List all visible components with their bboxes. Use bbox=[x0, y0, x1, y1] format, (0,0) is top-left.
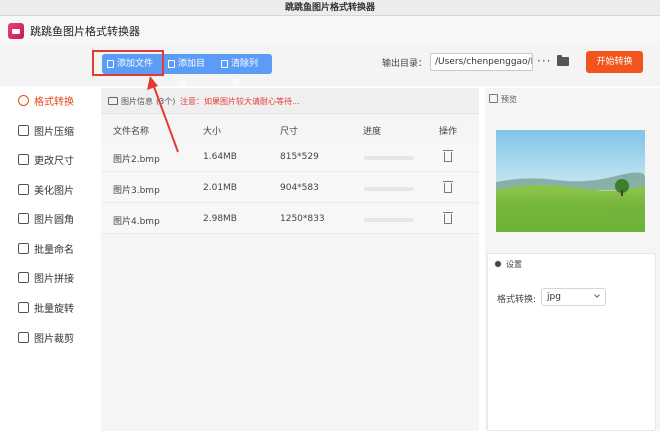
settings-header: 设置 bbox=[494, 259, 522, 270]
progress-bar bbox=[364, 156, 414, 160]
open-folder-icon[interactable] bbox=[557, 55, 569, 66]
sidebar-item-rotate[interactable]: 批量旋转 bbox=[18, 299, 74, 315]
add-folder-label: 添加目录 bbox=[178, 59, 206, 89]
col-actions: 操作 bbox=[439, 127, 458, 137]
sidebar: 格式转换 图片压缩 更改尺寸 美化图片 图片圆角 批量命名 图片拼接 批量旋转 … bbox=[0, 86, 94, 431]
sidebar-item-label: 更改尺寸 bbox=[34, 155, 74, 167]
sidebar-item-resize[interactable]: 更改尺寸 bbox=[18, 151, 74, 167]
info-note: 注意：如果图片较大请耐心等待... bbox=[180, 97, 300, 106]
file-name: 图片2.bmp bbox=[113, 155, 160, 165]
table-row[interactable]: 图片2.bmp 1.64MB 815*529 bbox=[101, 142, 479, 172]
preview-label: 预览 bbox=[501, 95, 517, 104]
sidebar-item-label: 图片圆角 bbox=[34, 214, 74, 226]
annotation-highlight-box bbox=[92, 50, 164, 76]
gear-icon bbox=[494, 260, 502, 268]
format-select[interactable]: jpg bbox=[541, 288, 606, 306]
add-folder-button[interactable]: 添加目录 bbox=[163, 54, 217, 89]
resize-icon bbox=[18, 153, 29, 165]
file-size: 2.98MB bbox=[203, 214, 237, 224]
file-name: 图片4.bmp bbox=[113, 217, 160, 227]
app-logo-icon bbox=[8, 23, 24, 39]
landscape-image bbox=[496, 130, 645, 232]
settings-label: 设置 bbox=[506, 260, 522, 269]
sidebar-item-label: 批量旋转 bbox=[34, 303, 74, 315]
output-dir-label: 输出目录： bbox=[382, 59, 428, 69]
stitch-icon bbox=[18, 271, 29, 283]
preview-header: 预览 bbox=[489, 94, 517, 105]
more-options-button[interactable]: ··· bbox=[537, 54, 551, 68]
beautify-icon bbox=[18, 183, 29, 195]
format-label: 格式转换: bbox=[497, 295, 537, 305]
sidebar-item-compress[interactable]: 图片压缩 bbox=[18, 122, 74, 138]
sidebar-item-label: 图片压缩 bbox=[34, 126, 74, 138]
file-dims: 904*583 bbox=[280, 183, 319, 193]
sidebar-item-label: 图片拼接 bbox=[34, 273, 74, 285]
preview-image bbox=[496, 130, 645, 232]
folder-icon bbox=[168, 60, 175, 68]
sidebar-item-label: 图片裁剪 bbox=[34, 333, 74, 345]
app-title: 跳跳鱼图片格式转换器 bbox=[30, 25, 140, 38]
window-title: 跳跳鱼图片格式转换器 bbox=[0, 0, 660, 16]
info-bar: 图片信息 (3个) 注意：如果图片较大请耐心等待... bbox=[101, 88, 479, 114]
file-dims: 1250*833 bbox=[280, 214, 325, 224]
table-header: 文件名称 大小 尺寸 进度 操作 bbox=[101, 120, 479, 140]
sidebar-item-crop[interactable]: 图片裁剪 bbox=[18, 329, 74, 345]
delete-icon[interactable] bbox=[443, 181, 453, 193]
clear-list-button[interactable]: 清除列表 bbox=[216, 54, 272, 89]
chevron-down-icon bbox=[594, 292, 600, 298]
file-name: 图片3.bmp bbox=[113, 186, 160, 196]
sidebar-item-label: 批量命名 bbox=[34, 244, 74, 256]
file-size: 1.64MB bbox=[203, 152, 237, 162]
file-dims: 815*529 bbox=[280, 152, 319, 162]
table-row[interactable]: 图片3.bmp 2.01MB 904*583 bbox=[101, 173, 479, 203]
compress-icon bbox=[18, 124, 29, 136]
col-dims: 尺寸 bbox=[280, 127, 299, 137]
sidebar-item-rename[interactable]: 批量命名 bbox=[18, 240, 74, 256]
sidebar-item-beautify[interactable]: 美化图片 bbox=[18, 181, 74, 197]
file-size: 2.01MB bbox=[203, 183, 237, 193]
delete-icon[interactable] bbox=[443, 150, 453, 162]
crop-icon bbox=[18, 331, 29, 343]
clear-list-label: 清除列表 bbox=[231, 59, 259, 89]
rename-icon bbox=[18, 242, 29, 254]
col-filename: 文件名称 bbox=[113, 127, 150, 137]
preview-icon bbox=[489, 94, 498, 103]
start-convert-button[interactable]: 开始转换 bbox=[586, 51, 643, 73]
table-row[interactable]: 图片4.bmp 2.98MB 1250*833 bbox=[101, 204, 479, 234]
sidebar-item-stitch[interactable]: 图片拼接 bbox=[18, 269, 74, 285]
sidebar-item-format-convert[interactable]: 格式转换 bbox=[18, 92, 74, 108]
info-label: 图片信息 bbox=[121, 97, 153, 106]
output-dir-field[interactable]: /Users/chenpenggao/D bbox=[430, 53, 533, 71]
delete-icon[interactable] bbox=[443, 212, 453, 224]
app-header: 跳跳鱼图片格式转换器 bbox=[0, 16, 660, 46]
format-value: jpg bbox=[547, 292, 561, 302]
format-convert-icon bbox=[18, 94, 29, 106]
col-progress: 进度 bbox=[363, 127, 382, 137]
round-corner-icon bbox=[18, 212, 29, 224]
sidebar-item-round-corner[interactable]: 图片圆角 bbox=[18, 210, 74, 226]
progress-bar bbox=[364, 218, 414, 222]
rotate-icon bbox=[18, 301, 29, 313]
settings-panel bbox=[487, 253, 656, 431]
sidebar-item-label: 美化图片 bbox=[34, 185, 74, 197]
image-info-icon bbox=[108, 97, 118, 105]
col-size: 大小 bbox=[203, 127, 222, 137]
trash-icon bbox=[221, 60, 228, 68]
sidebar-item-label: 格式转换 bbox=[34, 96, 74, 108]
progress-bar bbox=[364, 187, 414, 191]
info-count: (3个) bbox=[156, 97, 176, 106]
